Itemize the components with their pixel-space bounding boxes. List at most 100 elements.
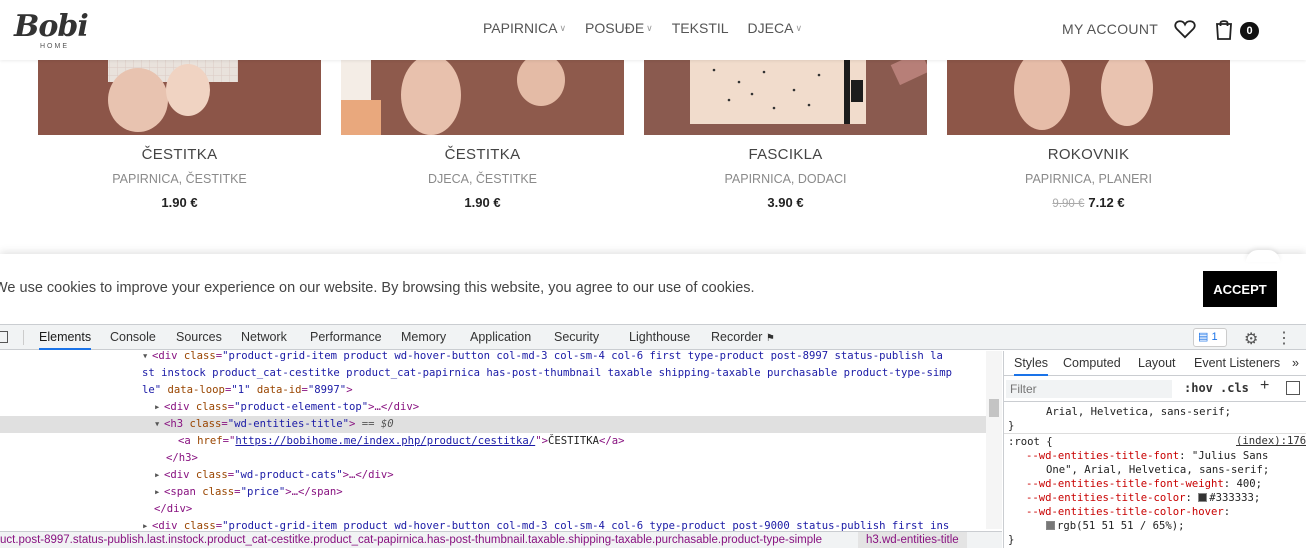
dom-tag: <div	[152, 351, 184, 362]
dom-node-h3-close: </h3>	[0, 450, 986, 467]
tab-styles[interactable]: Styles	[1014, 351, 1049, 376]
css-rule-close: }	[1008, 420, 1015, 432]
issues-button[interactable]: ▤ 1	[1193, 328, 1227, 347]
tab-computed[interactable]: Computed	[1063, 351, 1121, 376]
nav-label: POSUĐE	[585, 20, 645, 36]
product-image[interactable]	[947, 60, 1230, 135]
site-logo[interactable]: Bobi HOME	[14, 10, 89, 54]
price-value: 3.90 €	[767, 195, 804, 210]
cls-toggle[interactable]: .cls	[1220, 381, 1249, 395]
dom-close: </a>	[598, 435, 625, 447]
computed-sidebar-toggle-icon[interactable]	[1286, 381, 1300, 395]
dom-href-link[interactable]: https://bobihome.me/index.php/product/ce…	[235, 435, 535, 447]
collapsed-triangle-icon[interactable]: ▸	[154, 467, 164, 484]
tab-console[interactable]: Console	[110, 325, 156, 350]
product-price: 1.90 €	[38, 195, 321, 210]
product-price: 9.90 €7.12 €	[947, 195, 1230, 210]
color-swatch-icon[interactable]	[1046, 521, 1055, 530]
css-declaration[interactable]: --wd-entities-title-font: "Julius Sans	[1026, 449, 1268, 463]
tab-memory[interactable]: Memory	[401, 325, 446, 350]
styles-tab-bar: Styles Computed Layout Event Listeners »	[1004, 351, 1306, 376]
tab-event-listeners[interactable]: Event Listeners	[1194, 351, 1280, 376]
breadcrumb-item-selected[interactable]: h3.wd-entities-title	[858, 532, 967, 548]
more-tabs-chevron-icon[interactable]: »	[1292, 351, 1299, 376]
product-price: 1.90 €	[341, 195, 624, 210]
dom-selected-marker: == $0	[361, 418, 394, 430]
dom-node-product-cats[interactable]: ▸ <div class="wd-product-cats">…</div>	[0, 467, 986, 484]
css-declaration[interactable]: --wd-entities-title-color: #333333;	[1026, 491, 1260, 505]
product-title[interactable]: ČESTITKA	[341, 146, 624, 166]
dom-node-price[interactable]: ▸ <span class="price">…</span>	[0, 484, 986, 501]
dom-attr: data-id	[256, 384, 302, 396]
tab-application[interactable]: Application	[470, 325, 531, 350]
gear-icon[interactable]: ⚙	[1244, 329, 1258, 349]
tab-sources[interactable]: Sources	[176, 325, 222, 350]
collapsed-triangle-icon[interactable]: ▸	[142, 518, 152, 531]
tab-layout[interactable]: Layout	[1138, 351, 1176, 376]
scroll-to-top-button[interactable]	[1246, 250, 1280, 262]
product-categories[interactable]: PAPIRNICA, DODACI	[644, 172, 927, 186]
dom-close: >…</div>	[342, 469, 394, 481]
product-title[interactable]: FASCIKLA	[644, 146, 927, 166]
product-title[interactable]: ČESTITKA	[38, 146, 321, 166]
collapsed-triangle-icon[interactable]: ▸	[154, 399, 164, 416]
css-selector-root[interactable]: :root {	[1008, 435, 1053, 449]
dom-attr: href	[197, 435, 223, 447]
accept-cookies-button[interactable]: ACCEPT	[1203, 271, 1277, 307]
scrollbar-thumb[interactable]	[989, 399, 999, 417]
chevron-down-icon: ∨	[646, 22, 653, 33]
product-categories[interactable]: DJECA, ČESTITKE	[341, 172, 624, 186]
product-image[interactable]	[644, 60, 927, 135]
tab-lighthouse[interactable]: Lighthouse	[629, 325, 690, 350]
tab-network[interactable]: Network	[241, 325, 287, 350]
tab-recorder[interactable]: Recorder ⚑	[711, 325, 775, 350]
color-swatch-icon[interactable]	[1198, 493, 1208, 502]
nav-item-djeca[interactable]: DJECA ∨	[748, 20, 803, 36]
css-declaration[interactable]: --wd-entities-title-color-hover:	[1026, 505, 1230, 519]
cart-bag-icon[interactable]	[1214, 18, 1234, 40]
product-categories[interactable]: PAPIRNICA, PLANERI	[947, 172, 1230, 186]
product-card[interactable]: ČESTITKA DJECA, ČESTITKE 1.90 €	[341, 60, 624, 210]
dom-node-continued: st instock product_cat-cestitke product_…	[0, 365, 986, 382]
nav-item-tekstil[interactable]: TEKSTIL	[672, 20, 729, 36]
css-source-link[interactable]: (index):176	[1236, 435, 1306, 447]
dom-node-product-element-top[interactable]: ▸ <div class="product-element-top">…</div…	[0, 399, 986, 416]
tab-elements[interactable]: Elements	[39, 325, 92, 350]
dom-value: "1"	[231, 384, 251, 396]
dom-node-product-grid-item[interactable]: ▾ <div class="product-grid-item product w…	[0, 351, 986, 365]
product-categories[interactable]: PAPIRNICA, ČESTITKE	[38, 172, 321, 186]
dom-node-anchor[interactable]: <a href="https://bobihome.me/index.php/p…	[0, 433, 986, 450]
my-account-link[interactable]: MY ACCOUNT	[1062, 21, 1158, 37]
product-title[interactable]: ROKOVNIK	[947, 146, 1230, 166]
css-declaration[interactable]: --wd-entities-title-font-weight: 400;	[1026, 477, 1262, 491]
hov-toggle[interactable]: :hov	[1184, 381, 1213, 395]
new-style-rule-icon[interactable]: +	[1260, 377, 1269, 395]
product-image[interactable]	[341, 60, 624, 135]
dom-tag: <span	[164, 486, 203, 498]
wishlist-heart-icon[interactable]	[1174, 19, 1196, 39]
dom-attr: class	[189, 418, 222, 430]
elements-scrollbar[interactable]	[986, 351, 1002, 529]
dom-node-next-product[interactable]: ▸ <div class="product-grid-item product w…	[0, 518, 986, 531]
price-value: 1.90 €	[161, 195, 198, 210]
expanded-triangle-icon[interactable]: ▾	[154, 416, 164, 433]
styles-filter-input[interactable]	[1006, 380, 1172, 398]
tab-performance[interactable]: Performance	[310, 325, 382, 350]
more-options-icon[interactable]: ⋮	[1276, 328, 1292, 348]
css-declaration-continued: One", Arial, Helvetica, sans-serif;	[1046, 463, 1269, 477]
nav-label: TEKSTIL	[671, 20, 729, 36]
tab-security[interactable]: Security	[554, 325, 599, 350]
issues-chat-icon: ▤	[1198, 331, 1209, 343]
product-card[interactable]: ROKOVNIK PAPIRNICA, PLANERI 9.90 €7.12 €	[947, 60, 1230, 210]
device-toolbar-icon[interactable]	[0, 331, 8, 343]
expanded-triangle-icon[interactable]: ▾	[142, 351, 152, 365]
collapsed-triangle-icon[interactable]: ▸	[154, 484, 164, 501]
dom-node-h3-selected[interactable]: ▾ <h3 class="wd-entities-title"> == $0	[0, 416, 986, 433]
breadcrumb-item-parent[interactable]: uct.post-8997.status-publish.last.instoc…	[0, 534, 822, 546]
product-card[interactable]: FASCIKLA PAPIRNICA, DODACI 3.90 €	[644, 60, 927, 210]
nav-item-papirnica[interactable]: PAPIRNICA ∨	[483, 20, 566, 36]
product-image[interactable]	[38, 60, 321, 135]
product-card[interactable]: ČESTITKA PAPIRNICA, ČESTITKE 1.90 €	[38, 60, 321, 210]
nav-item-posude[interactable]: POSUĐE ∨	[585, 20, 653, 36]
css-prop: --wd-entities-title-font	[1026, 450, 1180, 462]
